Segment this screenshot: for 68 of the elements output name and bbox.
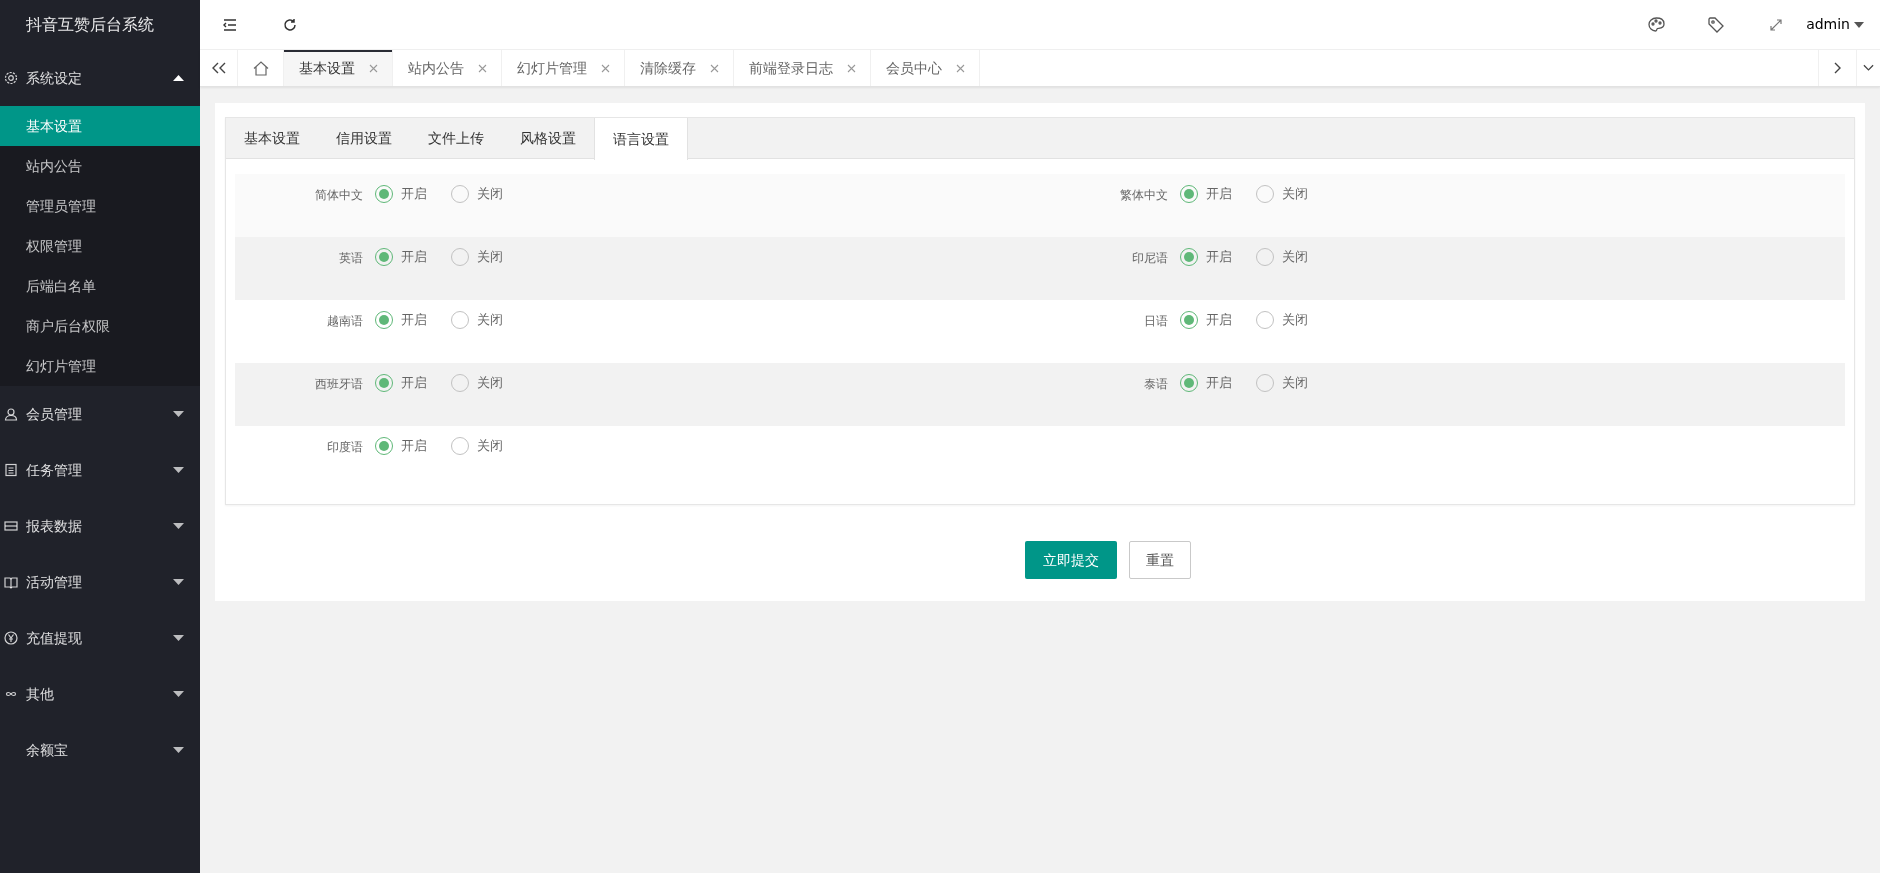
radio-option[interactable]: 开启 [375,310,427,330]
home-icon[interactable] [238,50,284,86]
radio-option[interactable]: 开启 [375,247,427,267]
user-menu[interactable]: admin [1806,0,1880,50]
field-label: 印度语 [326,439,364,456]
sidebar-section[interactable]: 活动管理 [26,571,165,593]
scroll-right-icon[interactable] [1818,50,1856,86]
field-label: 英语 [338,250,364,267]
radio-option[interactable]: 开启 [375,436,427,456]
settings-tab[interactable]: 风格设置 [502,118,594,158]
doc-icon [4,463,18,477]
sidebar-section[interactable]: 余额宝 [26,739,165,761]
radio-option[interactable]: 关闭 [1256,310,1308,330]
table-icon [4,519,18,533]
page-tab[interactable]: 基本设置 [284,50,393,86]
settings-tab[interactable]: 语言设置 [594,118,688,160]
radio-option[interactable]: 关闭 [451,310,503,330]
radio-option[interactable]: 关闭 [451,436,503,456]
field-label: 简体中文 [314,187,364,204]
sidebar-item[interactable]: 后端白名单 [0,266,200,306]
sidebar-section[interactable]: 会员管理 [26,403,165,425]
field-label: 日语 [1143,313,1169,330]
sidebar-section[interactable]: 其他 [26,683,165,705]
field-label: 越南语 [326,313,364,330]
radio-option[interactable]: 开启 [1180,310,1232,330]
settings-tab[interactable]: 信用设置 [318,118,410,158]
page-tab[interactable]: 会员中心 [871,50,980,86]
sidebar-section[interactable]: 充值提现 [26,627,165,649]
user-icon [4,407,18,421]
settings-tab[interactable]: 文件上传 [410,118,502,158]
radio-option[interactable]: 关闭 [1256,373,1308,393]
scroll-left-icon[interactable] [200,50,238,86]
radio-option[interactable]: 关闭 [1256,247,1308,267]
radio-option[interactable]: 关闭 [451,184,503,204]
radio-option[interactable]: 开启 [1180,247,1232,267]
reset-button[interactable]: 重置 [1128,541,1191,579]
yen-icon [4,631,18,645]
sidebar-item[interactable]: 商户后台权限 [0,306,200,346]
submit-button[interactable]: 立即提交 [1024,541,1117,579]
sidebar-item[interactable]: 管理员管理 [0,186,200,226]
radio-option[interactable]: 开启 [1180,184,1232,204]
radio-option[interactable]: 关闭 [1256,184,1308,204]
settings-tab[interactable]: 基本设置 [226,118,318,158]
page-tab[interactable]: 站内公告 [393,50,502,86]
page-tab[interactable]: 前端登录日志 [734,50,871,86]
field-label: 西班牙语 [314,376,364,393]
book-icon [4,575,18,589]
page-tab[interactable]: 幻灯片管理 [502,50,625,86]
page-tab[interactable]: 清除缓存 [625,50,734,86]
radio-option[interactable]: 开启 [375,184,427,204]
radio-option[interactable]: 开启 [375,373,427,393]
field-label: 印尼语 [1131,250,1169,267]
caret-icon [1854,21,1864,28]
dropdown-icon[interactable] [1856,50,1880,86]
sidebar-item[interactable]: 幻灯片管理 [0,346,200,386]
sidebar-section[interactable]: 报表数据 [26,515,165,537]
radio-option[interactable]: 关闭 [451,373,503,393]
sidebar-section[interactable]: 任务管理 [26,459,165,481]
settings-icon [4,71,18,85]
field-label: 繁体中文 [1119,187,1169,204]
sidebar-section[interactable]: 系统设定 [26,67,165,89]
sidebar-item[interactable]: 权限管理 [0,226,200,266]
sidebar-item[interactable]: 站内公告 [0,146,200,186]
radio-option[interactable]: 关闭 [451,247,503,267]
sidebar-item[interactable]: 基本设置 [0,106,200,146]
field-label: 泰语 [1143,376,1169,393]
app-title: 抖音互赞后台系统 [26,14,154,36]
radio-option[interactable]: 开启 [1180,373,1232,393]
